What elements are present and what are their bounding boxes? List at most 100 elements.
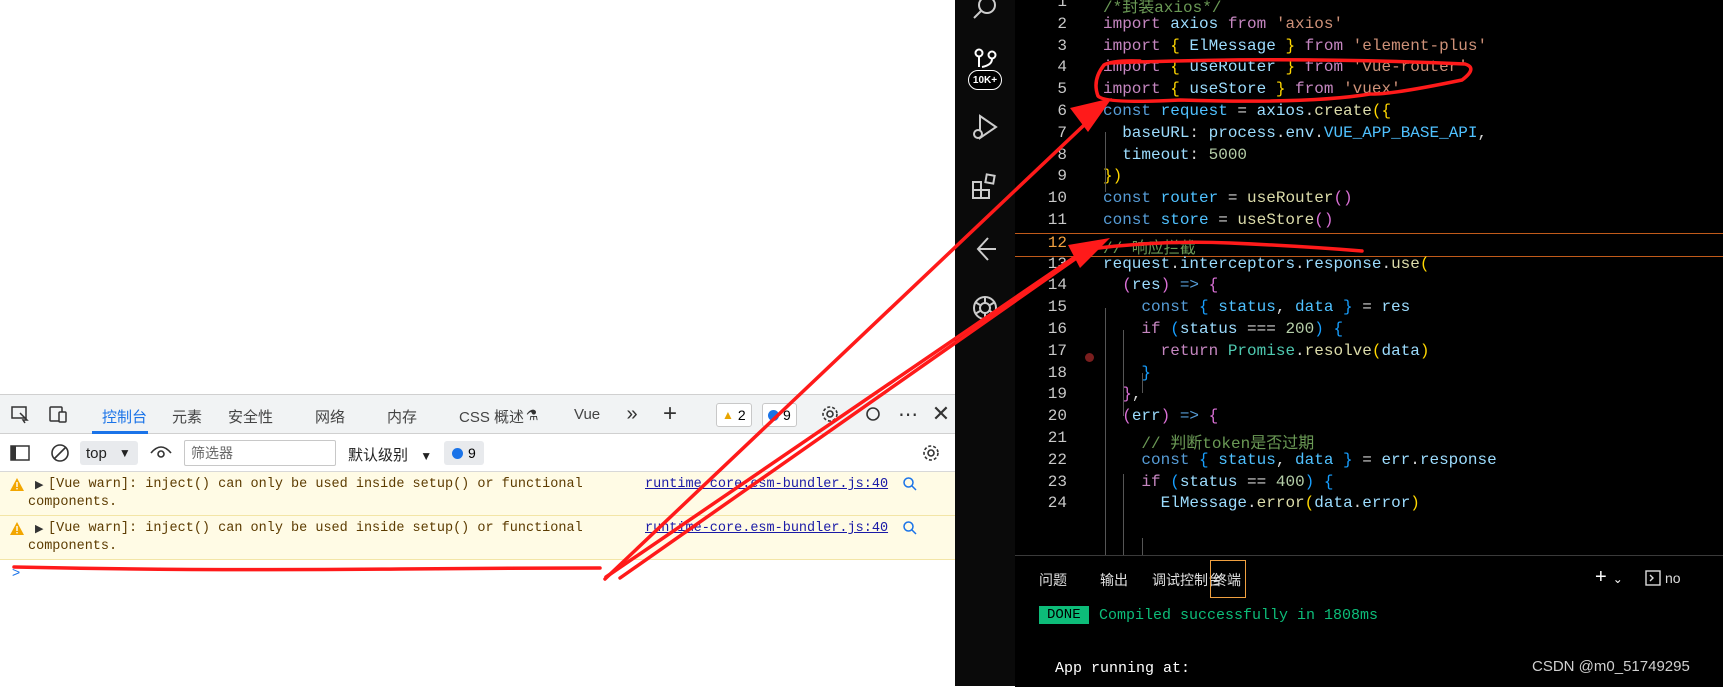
code-token: ( (1304, 494, 1315, 513)
code-token: : (1189, 145, 1209, 164)
code-token: use (1391, 254, 1420, 273)
code-token: data (1295, 298, 1344, 317)
tab-css-overview[interactable]: CSS 概述 (459, 406, 524, 427)
message-icon (768, 409, 779, 421)
code-token: : (1189, 123, 1209, 142)
code-token: axios (1170, 14, 1228, 33)
code-line[interactable]: 24 ElMessage.error(data.error) (1015, 494, 1723, 518)
source-link[interactable]: runtime-core.esm-bundler.js:40 (645, 521, 888, 536)
more-options-icon[interactable]: ⋯ (897, 403, 919, 426)
remote-explorer-icon[interactable] (970, 234, 1000, 264)
code-token: const (1141, 298, 1200, 317)
code-token: response (1419, 450, 1497, 469)
code-line[interactable]: 11 const store = useStore() (1015, 211, 1723, 235)
tab-elements[interactable]: 元素 (172, 406, 202, 427)
code-line[interactable]: 9}) (1015, 167, 1723, 191)
breakpoint-marker[interactable] (1085, 353, 1094, 362)
code-token: . (1247, 494, 1257, 513)
code-line[interactable]: 6 const request = axios.create({ (1015, 102, 1723, 126)
run-debug-icon[interactable] (970, 112, 1000, 142)
tab-vue[interactable]: Vue (574, 406, 600, 423)
expand-triangle-icon[interactable]: ▶ (35, 522, 43, 536)
console-settings-gear-icon[interactable] (920, 442, 942, 464)
code-line[interactable]: 8 timeout: 5000 (1015, 146, 1723, 170)
context-selector[interactable]: top ▼ (80, 441, 138, 465)
code-line[interactable]: 16 if (status === 200) { (1015, 320, 1723, 344)
code-line[interactable]: 15 const { status, data } = res (1015, 298, 1723, 322)
messages-badge[interactable]: 9 (762, 403, 797, 427)
device-toolbar-icon[interactable] (47, 403, 69, 425)
tab-terminal[interactable]: 终端 (1213, 570, 1241, 590)
message-icon (452, 447, 463, 459)
code-line[interactable]: 17 return Promise.resolve(data) (1015, 342, 1723, 366)
code-line[interactable]: 7 baseURL: process.env.VUE_APP_BASE_API, (1015, 124, 1723, 148)
code-token: , (1275, 450, 1296, 469)
close-icon[interactable]: ✕ (930, 401, 952, 426)
more-tabs-icon[interactable]: » (621, 403, 643, 425)
eye-icon[interactable] (150, 442, 172, 464)
code-line[interactable]: 4 import { useRouter } from 'vue-router' (1015, 58, 1723, 82)
code-editor[interactable]: 1/*封装axios*/2 import axios from 'axios' 3 i… (1015, 0, 1723, 555)
console-warning-row[interactable]: ▶ [Vue warn]: inject() can only be used … (0, 516, 955, 560)
line-number: 9 (1057, 167, 1067, 186)
code-line[interactable]: 20 (err) => { (1015, 407, 1723, 431)
clear-console-icon[interactable] (49, 442, 71, 464)
inspect-element-icon[interactable] (9, 403, 31, 425)
tab-problems[interactable]: 问题 (1039, 570, 1067, 590)
code-token: 200 (1285, 320, 1315, 338)
log-level-select[interactable]: 默认级别 ▼ (348, 444, 432, 465)
code-token: () (1333, 189, 1353, 208)
search-icon[interactable] (902, 476, 918, 497)
tab-memory[interactable]: 内存 (387, 406, 417, 427)
search-icon[interactable] (970, 0, 1000, 24)
code-text: // 判断token是否过期 (1103, 429, 1314, 453)
code-line[interactable]: 5 import { useStore } from 'vuex' (1015, 80, 1723, 104)
tab-console[interactable]: 控制台 (102, 406, 147, 427)
source-link[interactable]: runtime-core.esm-bundler.js:40 (645, 477, 888, 492)
code-token: { (1170, 58, 1190, 77)
code-line[interactable]: 13 request.interceptors.response.use( (1015, 255, 1723, 279)
tab-security[interactable]: 安全性 (228, 406, 273, 427)
tab-output[interactable]: 输出 (1100, 570, 1128, 590)
code-line[interactable]: 19 }, (1015, 385, 1723, 409)
code-token: , (1477, 123, 1488, 142)
code-token: === (1247, 320, 1286, 338)
add-tab-icon[interactable]: + (659, 400, 681, 427)
filter-input[interactable] (184, 440, 336, 466)
search-icon[interactable] (902, 520, 918, 541)
code-token: from (1295, 80, 1344, 99)
tab-network[interactable]: 网络 (315, 406, 345, 427)
chatgpt-icon[interactable] (970, 293, 1000, 323)
code-token: . (1295, 341, 1305, 360)
code-token: data (1381, 341, 1420, 360)
connect-icon[interactable] (862, 403, 884, 425)
gear-icon[interactable] (819, 403, 841, 425)
devtools-tabbar: 控制台 元素 安全性 网络 内存 CSS 概述 ⚗ Vue » + ▲ 2 9 (0, 394, 955, 434)
expand-triangle-icon[interactable]: ▶ (35, 478, 43, 492)
code-line[interactable]: 2 import axios from 'axios' (1015, 15, 1723, 39)
warnings-badge[interactable]: ▲ 2 (716, 403, 752, 427)
filtered-message-count[interactable]: 9 (444, 441, 484, 465)
code-line[interactable]: 22 const { status, data } = err.response (1015, 451, 1723, 475)
extensions-icon[interactable] (970, 172, 1000, 202)
code-line[interactable]: 12// 响应拦截 (1015, 232, 1723, 258)
console-warning-row[interactable]: ▶ [Vue warn]: inject() can only be used … (0, 472, 955, 516)
code-token: () (1314, 211, 1334, 229)
console-prompt[interactable]: > (12, 564, 20, 580)
done-badge: DONE (1039, 606, 1089, 624)
code-line[interactable]: 23 if (status == 400) { (1015, 473, 1723, 497)
code-line[interactable]: 3 import { ElMessage } from 'element-plus… (1015, 37, 1723, 61)
code-line[interactable]: 21 // 判断token是否过期 (1015, 429, 1723, 453)
code-line[interactable]: 14 (res) => { (1015, 276, 1723, 300)
terminal-split-icon[interactable] (1645, 570, 1661, 591)
code-line[interactable]: 10 const router = useRouter() (1015, 189, 1723, 213)
sidebar-toggle-icon[interactable] (9, 442, 31, 464)
code-line[interactable]: 18 } (1015, 364, 1723, 388)
code-token: status (1179, 472, 1248, 491)
code-token: process (1208, 123, 1276, 142)
chevron-down-icon[interactable]: ⌄ (1613, 572, 1623, 586)
code-token: { (1333, 320, 1344, 338)
new-terminal-icon[interactable]: + ⌄ (1595, 566, 1623, 589)
